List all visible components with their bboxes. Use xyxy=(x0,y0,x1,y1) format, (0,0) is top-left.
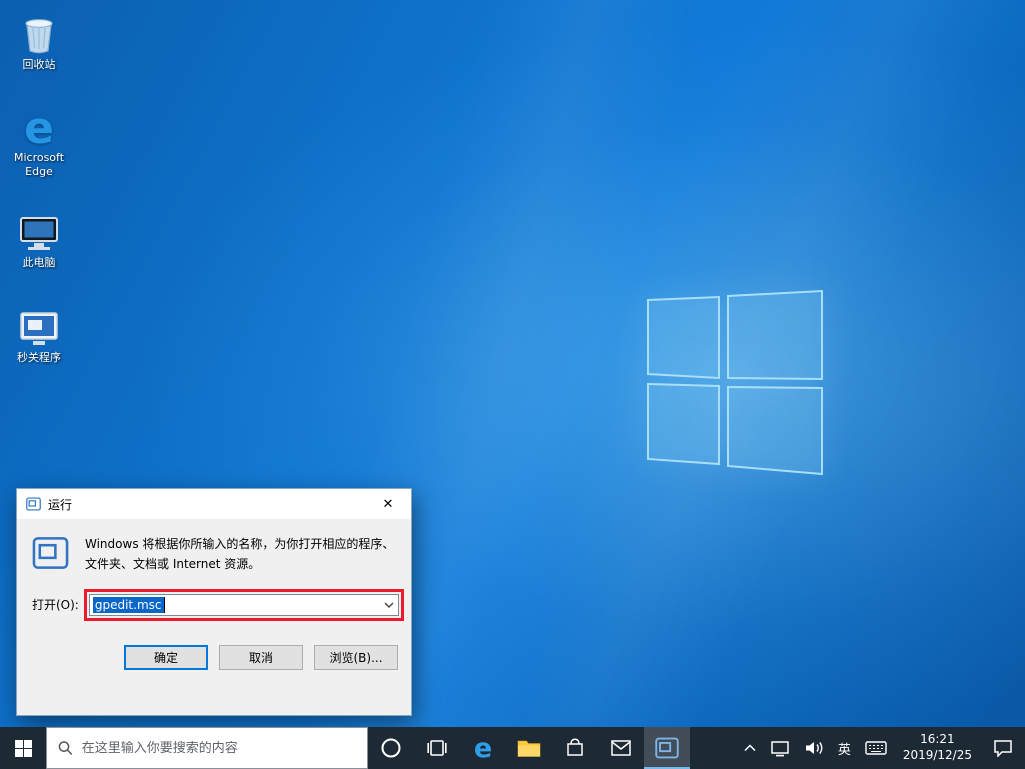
open-label: 打开(O): xyxy=(32,598,79,613)
run-dialog-icon xyxy=(26,497,41,511)
desktop-icon-label: 此电脑 xyxy=(22,256,56,269)
cortana-button[interactable] xyxy=(368,727,414,769)
desktop-icon-program[interactable]: 秒关程序 xyxy=(6,303,72,365)
mail-button[interactable] xyxy=(598,727,644,769)
desktop-icon-recycle-bin[interactable]: 回收站 xyxy=(6,10,72,72)
desktop-icon-label: Microsoft Edge xyxy=(13,151,65,179)
network-button[interactable] xyxy=(763,727,797,769)
chevron-up-icon xyxy=(744,744,756,752)
edge-icon: e xyxy=(473,732,493,764)
search-input[interactable] xyxy=(81,740,356,756)
chevron-down-icon[interactable] xyxy=(379,595,398,615)
touch-keyboard-button[interactable] xyxy=(858,727,894,769)
mail-icon xyxy=(611,740,631,756)
search-icon xyxy=(58,741,73,755)
browse-button[interactable]: 浏览(B)... xyxy=(314,644,398,670)
cortana-icon xyxy=(381,738,401,758)
tray-date: 2019/12/25 xyxy=(902,748,972,762)
store-icon xyxy=(567,738,583,756)
app-window-icon xyxy=(19,303,59,347)
run-window-icon xyxy=(32,537,69,569)
dialog-description: Windows 将根据你所输入的名称，为你打开相应的程序、文件夹、文档或 Int… xyxy=(85,537,395,571)
recycle-bin-icon xyxy=(22,10,56,54)
tray-overflow-button[interactable] xyxy=(737,727,763,769)
tray-time: 16:21 xyxy=(920,732,955,747)
taskbar-clock[interactable]: 16:21 2019/12/25 xyxy=(894,727,981,769)
run-dialog-window: 运行 ✕ Windows 将根据你所输入的名称，为你打开相应的程序、文件夹、文档… xyxy=(16,488,412,716)
file-explorer-button[interactable] xyxy=(506,727,552,769)
ime-language-indicator[interactable]: 英 xyxy=(831,727,858,769)
run-input-combobox[interactable]: gpedit.msc xyxy=(88,593,399,616)
cancel-button[interactable]: 取消 xyxy=(219,644,303,670)
close-icon[interactable]: ✕ xyxy=(365,489,411,519)
annotation-red-box: gpedit.msc xyxy=(83,588,404,621)
keyboard-icon xyxy=(865,741,887,755)
system-tray: 英 16:21 2019/12/25 xyxy=(737,727,1025,769)
desktop-icon-this-pc[interactable]: 此电脑 xyxy=(6,208,72,270)
run-input-value: gpedit.msc xyxy=(92,596,165,613)
dialog-title: 运行 xyxy=(48,497,73,512)
network-icon xyxy=(771,741,789,757)
store-button[interactable] xyxy=(552,727,598,769)
edge-icon: e xyxy=(24,102,54,154)
dialog-titlebar[interactable]: 运行 ✕ xyxy=(17,489,411,519)
volume-button[interactable] xyxy=(797,727,831,769)
taskbar-search-box[interactable] xyxy=(46,727,368,769)
task-view-button[interactable] xyxy=(414,727,460,769)
action-center-button[interactable] xyxy=(981,727,1025,769)
volume-icon xyxy=(805,742,823,754)
edge-taskbar-button[interactable]: e xyxy=(460,727,506,769)
computer-icon xyxy=(19,208,59,252)
start-button[interactable] xyxy=(0,727,46,769)
action-center-icon xyxy=(994,740,1012,757)
file-explorer-icon xyxy=(517,740,541,757)
taskbar: e xyxy=(0,727,1025,769)
run-window-icon xyxy=(655,737,679,759)
wallpaper-windows-logo xyxy=(647,289,823,476)
ok-button[interactable]: 确定 xyxy=(124,644,208,670)
run-dialog-taskbar-button[interactable] xyxy=(644,727,690,769)
task-view-icon xyxy=(427,740,447,756)
desktop-icon-label: 回收站 xyxy=(22,58,56,71)
desktop-icon-label: 秒关程序 xyxy=(17,351,61,364)
windows-start-icon xyxy=(14,739,32,757)
desktop-icon-microsoft-edge[interactable]: e Microsoft Edge xyxy=(6,103,72,180)
